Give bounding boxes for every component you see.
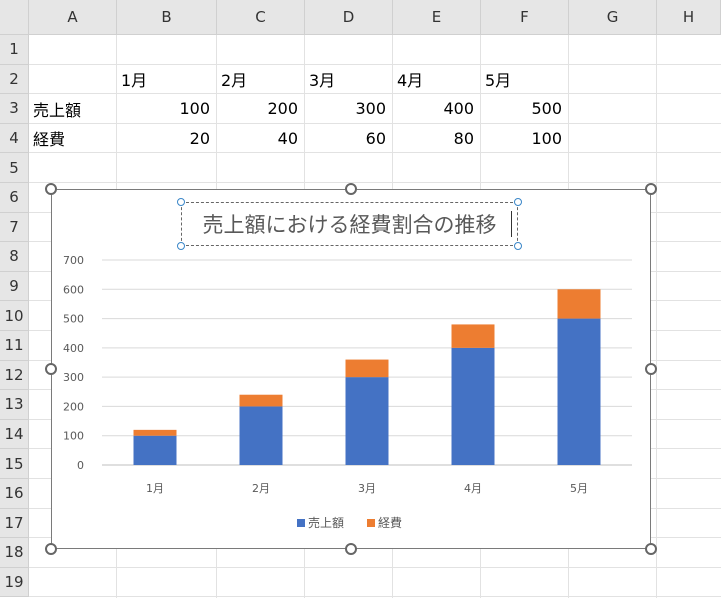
- y-tick-label: 100: [63, 430, 84, 443]
- legend-swatch-sales: [297, 519, 305, 527]
- y-tick-label: 600: [63, 283, 84, 296]
- bar-expense-5: [557, 289, 601, 319]
- row-header-9[interactable]: 9: [0, 271, 29, 302]
- row-header-18[interactable]: 18: [0, 538, 29, 568]
- cell-A4[interactable]: 経費: [29, 124, 117, 153]
- bar-sales-4: [451, 347, 495, 465]
- row-header-11[interactable]: 11: [0, 331, 29, 361]
- row-header-14[interactable]: 14: [0, 419, 29, 450]
- row-header-19[interactable]: 19: [0, 567, 29, 598]
- bar-sales-2: [239, 406, 283, 465]
- gridline-horizontal: [29, 182, 721, 183]
- chart-resize-handle-bottom-right[interactable]: [645, 543, 657, 555]
- row-header-5[interactable]: 5: [0, 153, 29, 183]
- column-header-D[interactable]: D: [305, 0, 393, 35]
- cell-D4[interactable]: 60: [305, 124, 393, 153]
- row-header-6[interactable]: 6: [0, 183, 29, 213]
- gridline-horizontal: [29, 566, 721, 568]
- cell-D2[interactable]: 3月: [305, 65, 393, 94]
- cell-C2[interactable]: 2月: [217, 65, 305, 94]
- y-tick-label: 200: [63, 400, 84, 413]
- column-header-C[interactable]: C: [217, 0, 305, 35]
- cell-B2[interactable]: 1月: [117, 65, 217, 94]
- cell-F2[interactable]: 5月: [481, 65, 569, 94]
- row-header-17[interactable]: 17: [0, 508, 29, 539]
- row-header-15[interactable]: 15: [0, 449, 29, 479]
- gridline-vertical: [656, 35, 657, 598]
- x-tick-label: 4月: [464, 482, 482, 495]
- x-tick-label: 3月: [358, 482, 376, 495]
- row-header-10[interactable]: 10: [0, 301, 29, 331]
- cell-C4[interactable]: 40: [217, 124, 305, 153]
- chart-resize-handle-top-right[interactable]: [645, 183, 657, 195]
- bar-expense-4: [451, 324, 495, 348]
- column-header-F[interactable]: F: [481, 0, 569, 35]
- chart-resize-handle-bottom[interactable]: [345, 543, 357, 555]
- chart-resize-handle-left[interactable]: [45, 363, 57, 375]
- bar-expense-2: [239, 394, 283, 407]
- cell-F4[interactable]: 100: [481, 124, 569, 153]
- cell-F3[interactable]: 500: [481, 94, 569, 123]
- legend-label-expense: 経費: [378, 515, 402, 530]
- y-tick-label: 700: [63, 254, 84, 267]
- cell-E4[interactable]: 80: [393, 124, 481, 153]
- column-header-G[interactable]: G: [569, 0, 657, 35]
- row-header-16[interactable]: 16: [0, 479, 29, 509]
- select-all-corner[interactable]: [0, 0, 29, 35]
- chart-resize-handle-top[interactable]: [345, 183, 357, 195]
- chart-title-text: 売上額における経費割合の推移: [202, 213, 497, 237]
- chart-resize-handle-right[interactable]: [645, 363, 657, 375]
- chart-resize-handle-top-left[interactable]: [45, 183, 57, 195]
- bar-expense-3: [345, 359, 389, 378]
- row-header-7[interactable]: 7: [0, 212, 29, 243]
- row-header-2[interactable]: 2: [0, 64, 29, 95]
- row-header-4[interactable]: 4: [0, 123, 29, 154]
- row-header-12[interactable]: 12: [0, 360, 29, 391]
- legend-label-sales: 売上額: [308, 515, 344, 530]
- row-header-1[interactable]: 1: [0, 35, 29, 65]
- column-header-E[interactable]: E: [393, 0, 481, 35]
- chart-resize-handle-bottom-left[interactable]: [45, 543, 57, 555]
- legend-swatch-expense: [367, 519, 375, 527]
- title-handle-top-left[interactable]: [177, 198, 185, 206]
- title-handle-bottom-left[interactable]: [177, 242, 185, 250]
- column-header-B[interactable]: B: [117, 0, 217, 35]
- y-tick-label: 300: [63, 371, 84, 384]
- x-tick-label: 1月: [146, 482, 164, 495]
- cell-B3[interactable]: 100: [117, 94, 217, 123]
- row-header-3[interactable]: 3: [0, 94, 29, 124]
- column-header-A[interactable]: A: [29, 0, 117, 35]
- gridline-horizontal: [29, 596, 721, 598]
- chart-title[interactable]: 売上額における経費割合の推移: [181, 202, 518, 246]
- cell-A3[interactable]: 売上額: [29, 94, 117, 123]
- cell-B4[interactable]: 20: [117, 124, 217, 153]
- x-tick-label: 2月: [252, 482, 270, 495]
- y-tick-label: 0: [77, 459, 84, 472]
- row-header-13[interactable]: 13: [0, 390, 29, 420]
- cell-E3[interactable]: 400: [393, 94, 481, 123]
- bar-sales-3: [345, 377, 389, 465]
- y-tick-label: 400: [63, 342, 84, 355]
- title-handle-bottom-right[interactable]: [514, 242, 522, 250]
- bar-sales-5: [557, 318, 601, 465]
- x-tick-label: 5月: [570, 482, 588, 495]
- column-header-H[interactable]: H: [657, 0, 721, 35]
- bar-expense-1: [133, 429, 177, 436]
- cell-C3[interactable]: 200: [217, 94, 305, 123]
- y-tick-label: 500: [63, 313, 84, 326]
- cell-D3[interactable]: 300: [305, 94, 393, 123]
- row-header-8[interactable]: 8: [0, 242, 29, 272]
- cell-E2[interactable]: 4月: [393, 65, 481, 94]
- title-handle-top-right[interactable]: [514, 198, 522, 206]
- text-cursor: [511, 211, 512, 237]
- bar-sales-1: [133, 435, 177, 465]
